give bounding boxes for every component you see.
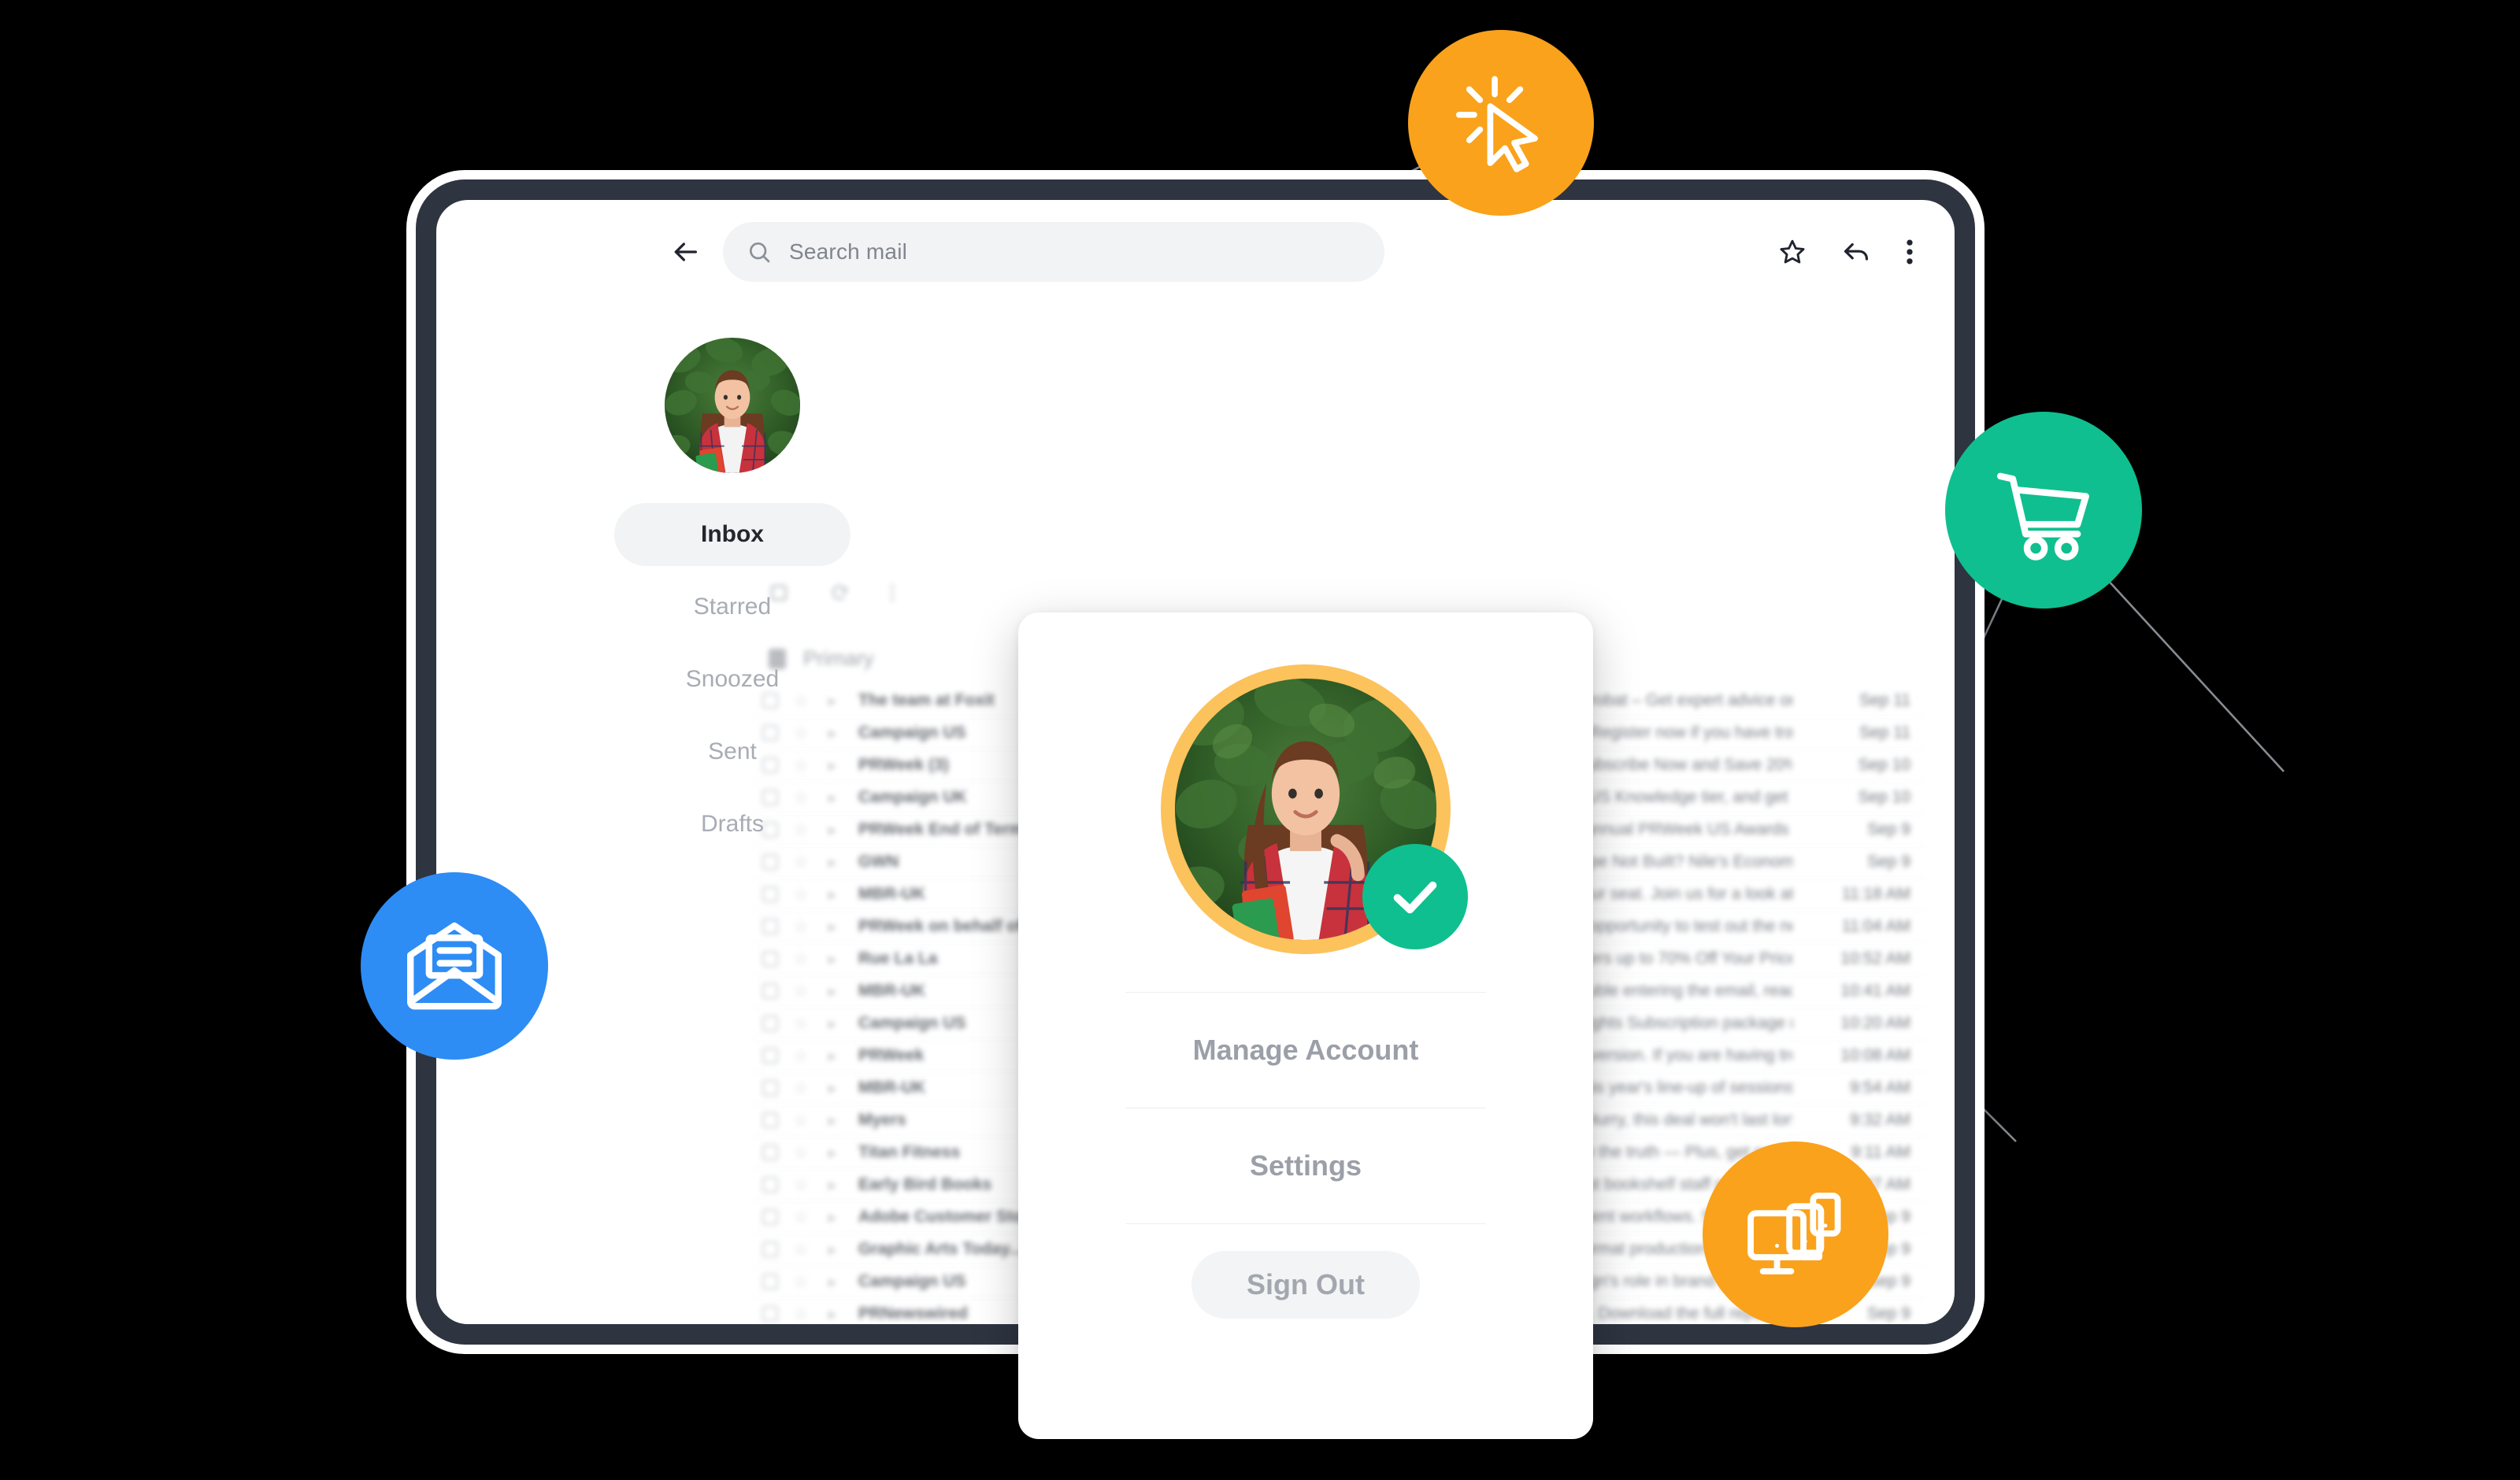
- search-input[interactable]: Search mail: [723, 222, 1384, 282]
- row-checkbox[interactable]: [762, 1177, 778, 1193]
- row-star-icon[interactable]: ☆: [792, 1014, 810, 1034]
- more-vertical-icon[interactable]: [1906, 237, 1914, 267]
- row-date: 9:32 AM: [1849, 1111, 1910, 1129]
- manage-account-label: Manage Account: [1192, 1034, 1419, 1066]
- card-divider: [1125, 1223, 1486, 1224]
- settings-button[interactable]: Settings: [1125, 1108, 1486, 1223]
- row-star-icon[interactable]: ☆: [792, 917, 810, 937]
- sidebar-item-starred[interactable]: Starred: [614, 575, 850, 638]
- row-star-icon[interactable]: ☆: [792, 1175, 810, 1195]
- mail-list-toolbar: [751, 570, 1923, 619]
- topbar-actions: [1778, 237, 1914, 267]
- row-important-icon[interactable]: ▸: [824, 1175, 841, 1195]
- more-vertical-icon[interactable]: [890, 583, 895, 606]
- sidebar-item-label: Snoozed: [685, 666, 780, 692]
- row-important-icon[interactable]: ▸: [824, 1079, 841, 1098]
- back-arrow-icon[interactable]: [665, 231, 706, 272]
- row-checkbox[interactable]: [762, 1209, 778, 1225]
- row-date: 11:04 AM: [1841, 917, 1910, 935]
- shopping-cart-badge[interactable]: [1945, 412, 2142, 609]
- row-checkbox[interactable]: [762, 919, 778, 934]
- sidebar-nav: Inbox Starred Snoozed Sent Drafts: [614, 503, 850, 865]
- verified-check-badge: [1362, 844, 1468, 949]
- row-star-icon[interactable]: ☆: [792, 1208, 810, 1227]
- row-star-icon[interactable]: ☆: [792, 982, 810, 1001]
- row-important-icon[interactable]: ▸: [824, 982, 841, 1001]
- row-star-icon[interactable]: ☆: [792, 885, 810, 905]
- star-icon[interactable]: [1778, 238, 1807, 266]
- row-checkbox[interactable]: [762, 1241, 778, 1257]
- row-date: Sep 10: [1858, 756, 1910, 774]
- search-placeholder: Search mail: [789, 239, 908, 264]
- sidebar-item-sent[interactable]: Sent: [614, 720, 850, 783]
- row-star-icon[interactable]: ☆: [792, 1111, 810, 1130]
- row-important-icon[interactable]: ▸: [824, 885, 841, 905]
- open-envelope-icon: [407, 922, 502, 1010]
- account-dropdown-card: Manage Account Settings Sign Out: [1018, 612, 1593, 1439]
- row-star-icon[interactable]: ☆: [792, 1304, 810, 1324]
- row-checkbox[interactable]: [762, 1145, 778, 1160]
- row-star-icon[interactable]: ☆: [792, 1046, 810, 1066]
- settings-label: Settings: [1249, 1149, 1362, 1182]
- search-icon: [747, 239, 772, 265]
- devices-badge[interactable]: [1703, 1141, 1888, 1327]
- sidebar-item-label: Inbox: [701, 521, 764, 547]
- row-date: 10:20 AM: [1840, 1014, 1910, 1032]
- manage-account-button[interactable]: Manage Account: [1125, 993, 1486, 1108]
- shopping-cart-icon: [1996, 472, 2089, 561]
- row-checkbox[interactable]: [762, 1306, 778, 1322]
- row-important-icon[interactable]: ▸: [824, 1304, 841, 1324]
- reply-icon[interactable]: [1841, 237, 1871, 267]
- row-date: 10:08 AM: [1840, 1046, 1910, 1064]
- row-checkbox[interactable]: [762, 1016, 778, 1031]
- row-important-icon[interactable]: ▸: [824, 917, 841, 937]
- row-star-icon[interactable]: ☆: [792, 1143, 810, 1163]
- row-date: 11:18 AM: [1841, 885, 1910, 903]
- row-checkbox[interactable]: [762, 1274, 778, 1289]
- row-important-icon[interactable]: ▸: [824, 1143, 841, 1163]
- account-avatar-wrap: [1161, 664, 1468, 954]
- row-date: Sep 10: [1858, 788, 1910, 806]
- row-checkbox[interactable]: [762, 886, 778, 902]
- row-date: 9:54 AM: [1849, 1079, 1910, 1097]
- row-checkbox[interactable]: [762, 1048, 778, 1064]
- row-important-icon[interactable]: ▸: [824, 1272, 841, 1292]
- illustration-stage: Search mail Inbox Starred Snoozed Sent D…: [0, 0, 2520, 1480]
- row-date: Sep 9: [1867, 820, 1910, 838]
- row-checkbox[interactable]: [762, 951, 778, 967]
- row-star-icon[interactable]: ☆: [792, 1240, 810, 1260]
- row-checkbox[interactable]: [762, 983, 778, 999]
- row-date: Sep 11: [1859, 723, 1910, 742]
- sign-out-label: Sign Out: [1247, 1268, 1365, 1301]
- sign-out-button[interactable]: Sign Out: [1191, 1251, 1420, 1319]
- row-date: Sep 11: [1859, 691, 1910, 709]
- row-checkbox[interactable]: [762, 1112, 778, 1128]
- sidebar-item-label: Starred: [693, 594, 772, 620]
- sidebar-item-inbox[interactable]: Inbox: [614, 503, 850, 566]
- row-important-icon[interactable]: ▸: [824, 1014, 841, 1034]
- devices-icon: [1747, 1192, 1841, 1275]
- row-important-icon[interactable]: ▸: [824, 1111, 841, 1130]
- sidebar-item-drafts[interactable]: Drafts: [614, 793, 850, 856]
- row-important-icon[interactable]: ▸: [824, 1046, 841, 1066]
- sidebar-item-label: Sent: [708, 738, 757, 764]
- row-important-icon[interactable]: ▸: [824, 1208, 841, 1227]
- sidebar-item-snoozed[interactable]: Snoozed: [614, 648, 850, 711]
- row-important-icon[interactable]: ▸: [824, 1240, 841, 1260]
- row-date: Sep 9: [1867, 853, 1910, 871]
- app-topbar: Search mail: [436, 200, 1955, 304]
- row-date: 10:41 AM: [1840, 982, 1910, 1000]
- row-star-icon[interactable]: ☆: [792, 949, 810, 969]
- click-cursor-badge[interactable]: [1408, 30, 1594, 216]
- sidebar-avatar[interactable]: [665, 338, 800, 473]
- row-important-icon[interactable]: ▸: [824, 949, 841, 969]
- row-star-icon[interactable]: ☆: [792, 1079, 810, 1098]
- row-checkbox[interactable]: [762, 1080, 778, 1096]
- sidebar-item-label: Drafts: [700, 811, 764, 837]
- open-envelope-badge[interactable]: [361, 872, 548, 1060]
- row-star-icon[interactable]: ☆: [792, 1272, 810, 1292]
- click-cursor-icon: [1455, 76, 1538, 172]
- row-date: 10:52 AM: [1840, 949, 1910, 968]
